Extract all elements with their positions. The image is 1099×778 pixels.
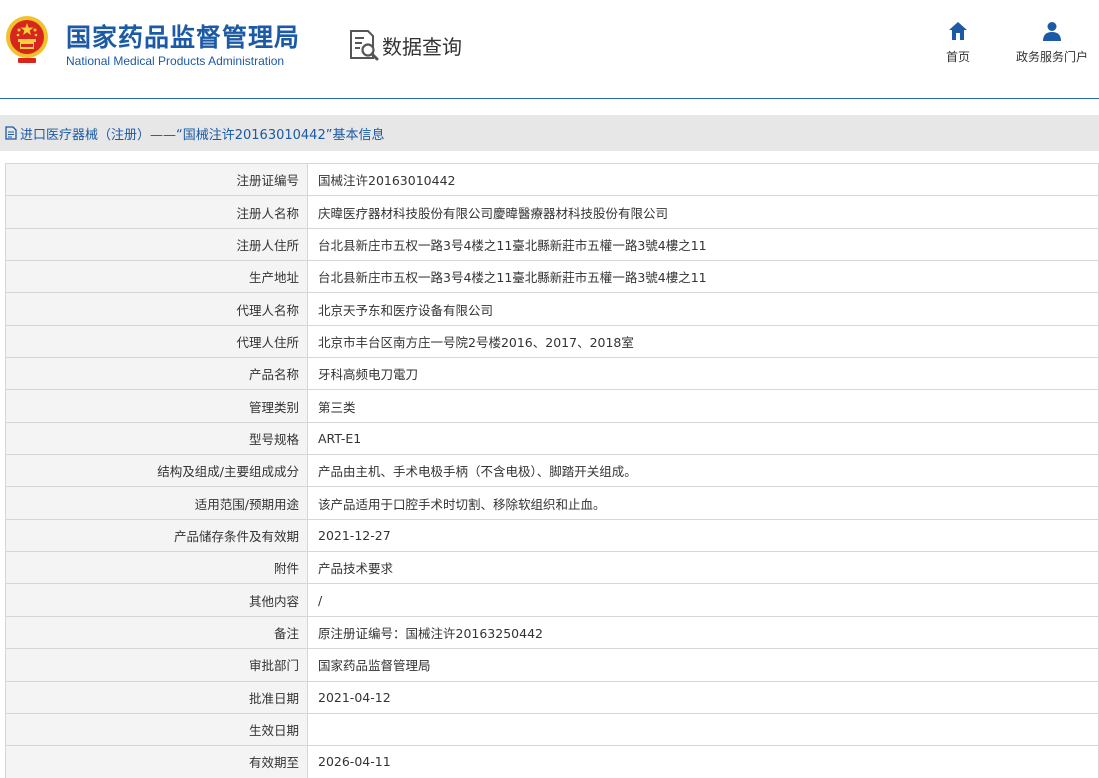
- field-label: 审批部门: [5, 648, 308, 682]
- field-value: 该产品适用于口腔手术时切割、移除软组织和止血。: [307, 486, 1099, 520]
- field-label: 附件: [5, 551, 308, 585]
- site-header: 国家药品监督管理局 National Medical Products Admi…: [0, 0, 1099, 98]
- table-row: 生产地址 台北县新庄市五权一路3号4楼之11臺北縣新莊市五權一路3號4樓之11: [5, 260, 1099, 294]
- document-search-icon: [350, 30, 379, 61]
- field-value: 北京市丰台区南方庄一号院2号楼2016、2017、2018室: [307, 325, 1099, 359]
- field-value: 产品由主机、手术电极手柄（不含电极）、脚踏开关组成。: [307, 454, 1099, 488]
- table-row: 注册人名称 庆暐医疗器材科技股份有限公司慶暐醫療器材科技股份有限公司: [5, 195, 1099, 229]
- field-value: 北京天予东和医疗设备有限公司: [307, 292, 1099, 326]
- national-emblem-icon[interactable]: [4, 14, 50, 66]
- field-value: 国家药品监督管理局: [307, 648, 1099, 682]
- field-value: 2026-04-11: [307, 745, 1099, 778]
- field-label: 适用范围/预期用途: [5, 486, 308, 520]
- page-title: 进口医疗器械（注册）——“国械注许20163010442”基本信息: [20, 127, 385, 143]
- document-icon: [5, 126, 17, 140]
- field-value: 原注册证编号：国械注许20163250442: [307, 616, 1099, 650]
- field-label: 注册人名称: [5, 195, 308, 229]
- field-label: 产品储存条件及有效期: [5, 519, 308, 553]
- field-value: [307, 713, 1099, 747]
- field-label: 管理类别: [5, 389, 308, 423]
- table-row: 备注 原注册证编号：国械注许20163250442: [5, 616, 1099, 650]
- field-label: 生效日期: [5, 713, 308, 747]
- data-query-title[interactable]: 数据查询: [348, 28, 462, 62]
- table-row: 结构及组成/主要组成成分 产品由主机、手术电极手柄（不含电极）、脚踏开关组成。: [5, 454, 1099, 488]
- table-row: 注册证编号 国械注许20163010442: [5, 163, 1099, 197]
- table-row: 管理类别 第三类: [5, 389, 1099, 423]
- field-label: 产品名称: [5, 357, 308, 391]
- table-row: 代理人住所 北京市丰台区南方庄一号院2号楼2016、2017、2018室: [5, 325, 1099, 359]
- table-row: 其他内容 /: [5, 583, 1099, 617]
- table-row: 适用范围/预期用途 该产品适用于口腔手术时切割、移除软组织和止血。: [5, 486, 1099, 520]
- table-row: 代理人名称 北京天予东和医疗设备有限公司: [5, 292, 1099, 326]
- field-value: /: [307, 583, 1099, 617]
- home-nav-button[interactable]: 首页: [940, 20, 976, 65]
- portal-nav-label: 政务服务门户: [1015, 50, 1088, 64]
- field-label: 备注: [5, 616, 308, 650]
- field-label: 批准日期: [5, 681, 308, 714]
- field-label: 代理人名称: [5, 292, 308, 326]
- home-icon: [949, 22, 967, 40]
- table-row: 型号规格 ART-E1: [5, 422, 1099, 456]
- field-label: 其他内容: [5, 583, 308, 617]
- table-row: 产品储存条件及有效期 2021-12-27: [5, 519, 1099, 553]
- field-label: 注册人住所: [5, 228, 308, 262]
- portal-nav-button[interactable]: 政务服务门户: [1008, 20, 1096, 65]
- table-row: 产品名称 牙科高频电刀電刀: [5, 357, 1099, 391]
- field-label: 生产地址: [5, 260, 308, 294]
- user-icon: [1043, 22, 1061, 41]
- field-label: 型号规格: [5, 422, 308, 456]
- table-row: 审批部门 国家药品监督管理局: [5, 648, 1099, 682]
- field-label: 有效期至: [5, 745, 308, 778]
- field-value: 国械注许20163010442: [307, 163, 1099, 197]
- field-value: 产品技术要求: [307, 551, 1099, 585]
- detail-table: 注册证编号 国械注许20163010442 注册人名称 庆暐医疗器材科技股份有限公司慶…: [5, 163, 1099, 778]
- header-divider: [0, 98, 1099, 99]
- field-label: 结构及组成/主要组成成分: [5, 454, 308, 488]
- home-nav-label: 首页: [945, 50, 970, 64]
- table-row: 生效日期: [5, 713, 1099, 747]
- table-row: 批准日期 2021-04-12: [5, 681, 1099, 714]
- field-value: 2021-04-12: [307, 681, 1099, 714]
- field-label: 注册证编号: [5, 163, 308, 197]
- field-value: 2021-12-27: [307, 519, 1099, 553]
- field-value: 第三类: [307, 389, 1099, 423]
- table-row: 注册人住所 台北县新庄市五权一路3号4楼之11臺北縣新莊市五權一路3號4樓之11: [5, 228, 1099, 262]
- field-value: 庆暐医疗器材科技股份有限公司慶暐醫療器材科技股份有限公司: [307, 195, 1099, 229]
- field-value: 台北县新庄市五权一路3号4楼之11臺北縣新莊市五權一路3號4樓之11: [307, 260, 1099, 294]
- field-value: 台北县新庄市五权一路3号4楼之11臺北縣新莊市五權一路3號4樓之11: [307, 228, 1099, 262]
- brand-name-cn[interactable]: 国家药品监督管理局: [66, 18, 300, 54]
- table-row: 有效期至 2026-04-11: [5, 745, 1099, 778]
- page-title-bar: 进口医疗器械（注册）——“国械注许20163010442”基本信息: [0, 115, 1099, 151]
- data-query-label: 数据查询: [382, 34, 462, 59]
- brand-name-en[interactable]: National Medical Products Administration: [66, 54, 284, 68]
- table-row: 附件 产品技术要求: [5, 551, 1099, 585]
- field-value: 牙科高频电刀電刀: [307, 357, 1099, 391]
- field-value: ART-E1: [307, 422, 1099, 456]
- field-label: 代理人住所: [5, 325, 308, 359]
